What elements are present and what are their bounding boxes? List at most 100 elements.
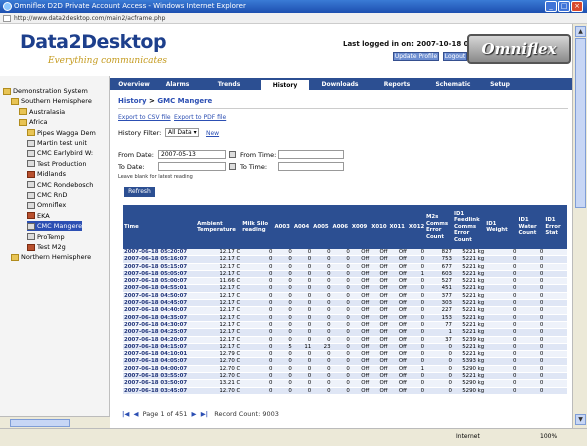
table-cell: 0 (292, 387, 313, 395)
table-cell: Off (370, 328, 389, 337)
table-cell: 0 (241, 328, 274, 337)
last-page-icon[interactable]: ▶| (201, 410, 208, 418)
tab-alarms[interactable]: Alarms (155, 79, 200, 90)
table-cell: 0 (273, 321, 293, 330)
tree-item[interactable]: Australasia (19, 107, 65, 117)
tree-item[interactable]: Pipes Wagga Dem (27, 128, 96, 138)
tab-setup[interactable]: Setup (482, 79, 518, 90)
maximize-button[interactable]: □ (558, 1, 570, 12)
column-header[interactable]: A004 (292, 205, 313, 249)
tree-item[interactable]: CMC RnD (27, 190, 67, 200)
table-row: 2007-06-18 04:10:01 12.79 C 0 0 0 0 0 Off Off Off… (123, 350, 567, 359)
table-cell: 0 (331, 321, 351, 330)
tree-item[interactable]: Northern Hemisphere (11, 252, 91, 262)
tree-item[interactable]: Demonstration System (3, 86, 88, 96)
table-cell: 0 (331, 365, 351, 374)
column-header[interactable]: A005 (312, 205, 332, 249)
tree-item[interactable]: EKA (27, 211, 50, 221)
prev-page-icon[interactable]: ◀ (134, 410, 139, 418)
new-filter-link[interactable]: New (206, 130, 219, 137)
table-cell: Off (350, 306, 371, 315)
page-scrollbar[interactable]: ▲ ▼ (572, 24, 587, 428)
from-time-input[interactable] (278, 150, 344, 159)
table-cell: Off (350, 357, 371, 366)
tab-reports[interactable]: Reports (372, 79, 422, 90)
tab-trends[interactable]: Trends (205, 79, 253, 90)
from-date-input[interactable]: 2007-05-13 (158, 150, 226, 159)
table-cell: 0 (292, 321, 313, 330)
to-date-input[interactable] (158, 162, 226, 171)
breadcrumb-history[interactable]: History (118, 97, 147, 105)
zoom-level[interactable]: 100% (540, 433, 557, 440)
column-header[interactable]: M2s Comms Error Count (425, 205, 453, 249)
breadcrumb-separator: > (146, 97, 158, 105)
export-pdf-link[interactable]: Export to PDF file (174, 114, 226, 121)
column-header[interactable]: ID1 Error Stat (544, 205, 567, 249)
table-cell: 0 (273, 336, 293, 344)
tab-overview[interactable]: Overview (114, 79, 154, 90)
to-time-input[interactable] (278, 162, 344, 171)
tree-item[interactable]: Africa (19, 117, 48, 127)
table-cell: Off (370, 249, 389, 257)
column-header[interactable]: X012 (407, 205, 425, 249)
tree-item-label: Test Production (37, 159, 87, 168)
tab-schematic[interactable]: Schematic (428, 79, 478, 90)
to-date-label: To Date: (118, 163, 145, 171)
tab-downloads[interactable]: Downloads (315, 79, 365, 90)
scroll-down-arrow[interactable]: ▼ (575, 414, 586, 425)
column-header[interactable]: ID1 Feedlink Comms Error Count (452, 205, 486, 249)
tree-item[interactable]: Omniflex (27, 200, 66, 210)
column-header[interactable]: A006 (331, 205, 351, 249)
tree-item[interactable]: Southern Hemisphere (11, 96, 92, 106)
tree-item[interactable]: CMC Mangere (27, 221, 83, 232)
close-button[interactable]: × (571, 1, 583, 12)
table-cell: 0 (292, 314, 313, 322)
refresh-button[interactable]: Refresh (124, 187, 155, 197)
tree-item[interactable]: ProTemp (27, 232, 65, 242)
export-csv-link[interactable]: Export to CSV file (118, 114, 171, 121)
column-header[interactable]: Milk Silo reading (241, 205, 274, 249)
minimize-button[interactable]: _ (545, 1, 557, 12)
table-cell: 12.17 C (196, 299, 242, 308)
scrollbar-thumb[interactable] (575, 38, 586, 208)
column-header[interactable]: A003 (273, 205, 293, 249)
tree-item[interactable]: CMC Earlybird W: (27, 148, 93, 158)
calendar-icon[interactable] (229, 163, 236, 170)
folder-icon (3, 87, 11, 95)
table-cell: 5221 kg (452, 277, 486, 286)
logout-button[interactable]: Logout (443, 52, 467, 61)
table-cell: 227 (425, 306, 453, 315)
column-header[interactable]: X010 (370, 205, 389, 249)
calendar-icon[interactable] (229, 151, 236, 158)
tree-item[interactable]: CMC Rondebosch (27, 180, 93, 190)
tree-hscroll-thumb[interactable] (10, 419, 70, 427)
tree-item[interactable]: Test Production (27, 159, 86, 169)
table-cell: Off (350, 299, 371, 308)
first-page-icon[interactable]: |◀ (122, 410, 129, 418)
table-cell: 5221 kg (452, 255, 486, 264)
column-header[interactable]: ID1 Weight (485, 205, 518, 249)
column-header[interactable]: ID1 Water Count (517, 205, 545, 249)
tree-item[interactable]: Test M2g (27, 242, 66, 252)
table-cell: 0 (331, 350, 351, 359)
table-cell: 0 (292, 379, 313, 388)
column-header[interactable]: X009 (350, 205, 371, 249)
next-page-icon[interactable]: ▶ (192, 410, 197, 418)
tab-history[interactable]: History (260, 79, 310, 90)
table-cell: 0 (241, 306, 274, 315)
tree-hscrollbar[interactable] (0, 416, 110, 428)
history-filter-select[interactable]: All Data ▾ (165, 128, 199, 137)
column-header[interactable]: Ambient Temperature (196, 205, 242, 249)
tree-item[interactable]: Martin test unit (27, 138, 87, 148)
address-bar[interactable]: http://www.data2desktop.com/main2/acfram… (0, 13, 587, 24)
column-header[interactable]: Time (123, 205, 197, 249)
update-profile-button[interactable]: Update Profile (393, 52, 439, 61)
breadcrumb-current[interactable]: GMC Mangere (157, 97, 212, 105)
column-header[interactable]: X011 (388, 205, 408, 249)
scroll-up-arrow[interactable]: ▲ (575, 26, 586, 37)
table-cell: 0 (485, 336, 518, 344)
tree-item[interactable]: Midlands (27, 169, 66, 179)
table-cell: 0 (292, 372, 313, 381)
table-row: 2007-06-18 05:15:07 12.17 C 0 0 0 0 0 Off Off Off… (123, 263, 567, 271)
table-cell: Off (370, 263, 389, 271)
